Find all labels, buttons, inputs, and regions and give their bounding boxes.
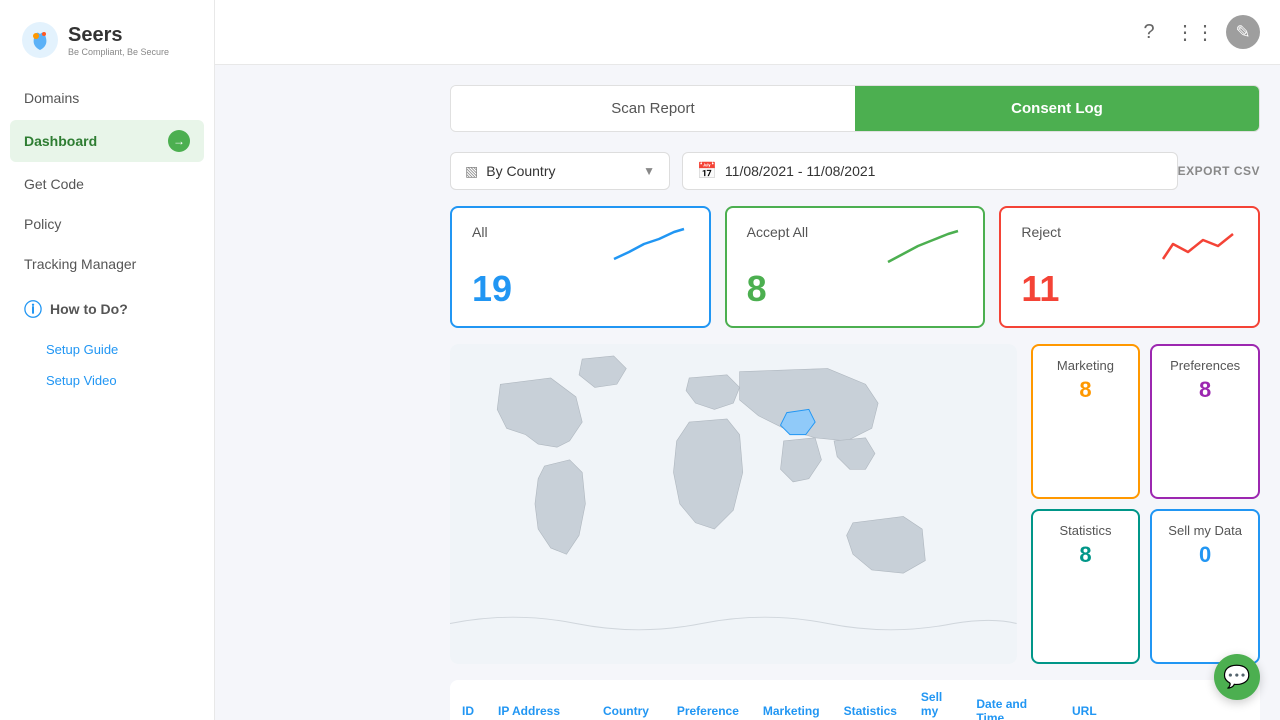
col-statistics: Statistics	[832, 680, 909, 720]
logo-name: Seers	[68, 24, 169, 47]
col-country: Country	[591, 680, 665, 720]
mini-stat-label-sell-my-data: Sell my Data	[1168, 523, 1242, 538]
tab-scan-report[interactable]: Scan Report	[451, 86, 855, 131]
table-head: ID IP Address Country Preference Marketi…	[450, 680, 1260, 720]
calendar-icon: 📅	[697, 161, 717, 181]
grid-icon[interactable]: ⋮⋮	[1180, 17, 1210, 47]
col-date-time: Date and Time	[964, 680, 1060, 720]
controls-row: ▧ By Country ▼ 📅 11/08/2021 - 11/08/2021…	[450, 152, 1260, 190]
logo-text: Seers Be Compliant, Be Secure	[68, 24, 169, 57]
data-table: ID IP Address Country Preference Marketi…	[450, 680, 1260, 720]
logo-tagline: Be Compliant, Be Secure	[68, 47, 169, 57]
export-csv-button[interactable]: EXPORT CSV	[1178, 164, 1260, 178]
sidebar: Seers Be Compliant, Be Secure Domains Da…	[0, 0, 215, 720]
stat-value-all: 19	[472, 268, 689, 310]
chat-button[interactable]: 💬	[1214, 654, 1260, 700]
country-filter[interactable]: ▧ By Country ▼	[450, 152, 670, 190]
mini-stat-value-statistics: 8	[1049, 542, 1123, 568]
main-tabs: Scan Report Consent Log	[450, 85, 1260, 132]
middle-section: Marketing 8 Preferences 8 Statistics 8 S…	[450, 344, 1260, 664]
stat-value-reject: 11	[1021, 268, 1238, 310]
col-id: ID	[450, 680, 486, 720]
world-map-svg	[450, 344, 1017, 664]
sidebar-item-setup-video[interactable]: Setup Video	[10, 367, 204, 394]
mini-stat-value-preferences: 8	[1168, 377, 1242, 403]
mini-stat-label-preferences: Preferences	[1168, 358, 1242, 373]
logo-icon	[20, 20, 60, 60]
stat-card-all: All 19	[450, 206, 711, 328]
tab-consent-log[interactable]: Consent Log	[855, 86, 1259, 131]
filter-controls: ▧ By Country ▼ 📅 11/08/2021 - 11/08/2021	[450, 152, 1178, 190]
col-marketing: Marketing	[751, 680, 832, 720]
mini-stat-value-marketing: 8	[1049, 377, 1123, 403]
sidebar-item-get-code[interactable]: Get Code	[10, 166, 204, 202]
mini-stats-grid: Marketing 8 Preferences 8 Statistics 8 S…	[1031, 344, 1260, 664]
info-icon: ⓘ	[24, 296, 42, 322]
header: ? ⋮⋮ ✎	[215, 0, 1280, 65]
stats-row: All 19 Accept All 8 Reject	[450, 206, 1260, 328]
help-icon[interactable]: ?	[1134, 17, 1164, 47]
how-to-section: ⓘ How to Do?	[10, 286, 204, 332]
sidebar-nav: Domains Dashboard → Get Code Policy Trac…	[0, 80, 214, 394]
stat-label-accept-all: Accept All	[747, 224, 808, 240]
avatar[interactable]: ✎	[1226, 15, 1260, 49]
col-ip: IP Address	[486, 680, 591, 720]
mini-stat-marketing: Marketing 8	[1031, 344, 1141, 499]
date-range-filter[interactable]: 📅 11/08/2021 - 11/08/2021	[682, 152, 1178, 190]
stat-value-accept-all: 8	[747, 268, 964, 310]
stat-card-reject: Reject 11	[999, 206, 1260, 328]
mini-stat-sell-my-data: Sell my Data 0	[1150, 509, 1260, 664]
main-content: Scan Report Consent Log ▧ By Country ▼ 📅…	[430, 65, 1280, 720]
sidebar-item-tracking-manager[interactable]: Tracking Manager	[10, 246, 204, 282]
sidebar-item-domains[interactable]: Domains	[10, 80, 204, 116]
date-range-text: 11/08/2021 - 11/08/2021	[725, 163, 876, 179]
mini-stat-label-statistics: Statistics	[1049, 523, 1123, 538]
sidebar-item-setup-guide[interactable]: Setup Guide	[10, 336, 204, 363]
stat-label-reject: Reject	[1021, 224, 1061, 240]
filter-icon: ▧	[465, 163, 478, 180]
filter-select-text: By Country	[486, 163, 635, 179]
stat-label-all: All	[472, 224, 488, 240]
dashboard-arrow: →	[168, 130, 190, 152]
stat-chart-all	[609, 224, 689, 264]
consent-table: ID IP Address Country Preference Marketi…	[450, 680, 1260, 720]
sidebar-item-policy[interactable]: Policy	[10, 206, 204, 242]
table-header-row: ID IP Address Country Preference Marketi…	[450, 680, 1260, 720]
mini-stat-statistics: Statistics 8	[1031, 509, 1141, 664]
stat-chart-accept-all	[883, 224, 963, 264]
col-sell-my-data: Sell my Data	[909, 680, 964, 720]
logo: Seers Be Compliant, Be Secure	[0, 10, 214, 80]
stat-chart-reject	[1158, 224, 1238, 264]
mini-stat-preferences: Preferences 8	[1150, 344, 1260, 499]
sidebar-item-dashboard[interactable]: Dashboard →	[10, 120, 204, 162]
col-preference: Preference	[665, 680, 751, 720]
stat-card-accept-all: Accept All 8	[725, 206, 986, 328]
chevron-down-icon: ▼	[643, 164, 655, 178]
mini-stat-label-marketing: Marketing	[1049, 358, 1123, 373]
world-map	[450, 344, 1017, 664]
mini-stat-value-sell-my-data: 0	[1168, 542, 1242, 568]
